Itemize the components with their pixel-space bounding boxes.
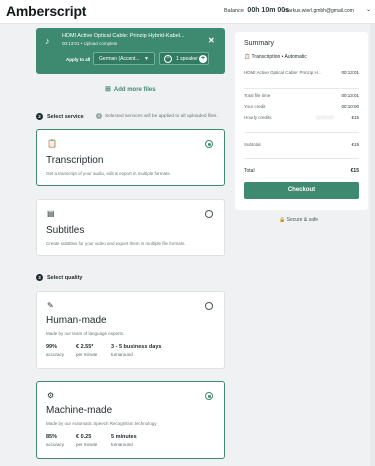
quality-card-human[interactable]: ✎ Human-made Made by our team of languag… [36,291,225,369]
service-title: Subtitles [46,225,85,236]
hourly-credits-value: €15 [351,115,359,120]
step-label: Select service [47,114,84,120]
accuracy-label: accuracy [46,352,65,357]
summary-title: Summary [244,40,274,47]
divider [244,132,359,133]
summary-file-name: HDMI Active Optical Cable: Prinzip H... [244,70,322,75]
divider [244,88,359,89]
quality-title: Human-made [46,315,107,326]
add-more-files-label: Add more files [113,87,156,93]
speaker-count: 1 speaker [176,56,198,62]
step-number: 2 [36,113,43,120]
service-hint: i Selected services will be applied to al… [96,113,218,119]
secure-safe-label: Secure & safe [286,217,319,223]
total-file-time-label: Total file time [244,93,271,98]
clipboard-icon: 📋 [244,54,251,60]
hourly-credits-mid: 00:00:00 [316,115,334,120]
summary-file-time: 00:13:01 [341,70,359,75]
file-name: HDMI Active Optical Cable: Prinzip Hybri… [62,33,185,39]
your-credit-label: Your credit [244,104,266,109]
radio-human-made[interactable] [205,302,213,310]
step-label: Select quality [47,275,83,281]
app-logo[interactable]: Amberscript [6,3,86,19]
balance-label: Balance [224,8,244,14]
divider [244,158,359,159]
info-icon: i [96,113,102,119]
summary-file-row: HDMI Active Optical Cable: Prinzip H... … [244,70,359,75]
language-select[interactable]: German (Accent... ▼ [93,52,155,65]
total-row: Total €15 [244,168,359,174]
service-description: Get a transcript of your audio, edit & e… [46,171,171,176]
top-bar: Amberscript Balance 00h 10m 00s markus.w… [0,0,375,24]
add-more-files-button[interactable]: ⊞ Add more files [105,85,156,93]
accuracy-value: 85% [46,434,58,440]
total-file-time-row: Total file time 00:13:01 [244,93,359,98]
upload-status: 00:13:01 • Upload complete [62,41,118,46]
add-file-icon: ⊞ [105,86,111,93]
total-file-time-value: 00:13:01 [341,93,359,98]
price-value: € 2.55* [76,344,94,350]
accuracy-value: 99% [46,344,58,350]
caret-down-icon: ▼ [144,56,149,62]
secure-safe-note: 🔒 Secure & safe [279,217,318,223]
total-label: Total [244,168,255,174]
turnaround-label: turnaround [111,442,133,447]
close-icon[interactable]: ✕ [208,36,215,45]
scrollbar[interactable] [370,24,375,466]
service-description: Create subtitles for your video and expo… [46,241,186,246]
service-hint-text: Selected services will be applied to all… [105,114,218,119]
price-value: € 0.25 [76,434,92,440]
chevron-down-icon[interactable]: ⌄ [366,6,371,13]
summary-service-label: Transcription • Automatic [251,54,307,60]
service-card-subtitles[interactable]: ▤ Subtitles Create subtitles for your vi… [36,199,225,256]
service-title: Transcription [46,155,104,166]
subtotal-value: €15 [351,142,359,147]
quality-description: Made by our team of language experts. [46,331,125,336]
subtitles-icon: ▤ [47,209,55,218]
turnaround-value: 5 minutes [111,434,137,440]
turnaround-value: 3 - 5 business days [111,344,162,350]
summary-service: 📋 Transcription • Automatic [244,54,307,60]
hourly-credits-row: Hourly credits 00:00:00 €15 [244,115,359,120]
pen-icon: ✎ [47,301,54,310]
summary-panel: Summary 📋 Transcription • Automatic HDMI… [235,32,368,210]
apply-to-all-label[interactable]: Apply to all [66,57,90,62]
minus-icon[interactable]: − [164,55,172,63]
radio-transcription[interactable] [205,140,213,148]
accuracy-label: accuracy [46,442,65,447]
quality-description: Made by our Automatic Speech Recognition… [46,421,157,426]
speaker-stepper: − 1 speaker + [159,52,209,65]
service-card-transcription[interactable]: 📋 Transcription Get a transcript of your… [36,129,225,186]
balance-value: 00h 10m 00s [247,7,290,14]
lock-icon: 🔒 [279,217,286,223]
quality-card-machine[interactable]: ⚙ Machine-made Made by our Automatic Spe… [36,381,225,459]
subtotal-label: Subtotal [244,142,261,147]
checkout-button[interactable]: Checkout [244,182,359,199]
uploaded-file-card: ♪ HDMI Active Optical Cable: Prinzip Hyb… [36,28,225,74]
price-label: per minute [76,352,98,357]
step-select-service: 2 Select service [36,113,84,120]
gear-icon: ⚙ [47,391,55,400]
plus-icon[interactable]: + [199,55,207,63]
music-note-icon: ♪ [45,36,50,46]
your-credit-value: 00:10:00 [341,104,359,109]
step-number: 3 [36,274,43,281]
language-select-value: German (Accent... [99,56,140,62]
hourly-credits-label: Hourly credits [244,115,272,120]
quality-title: Machine-made [46,405,113,416]
total-value: €15 [350,168,359,174]
radio-machine-made[interactable] [205,392,213,400]
your-credit-row: Your credit 00:10:00 [244,104,359,109]
turnaround-label: turnaround [111,352,133,357]
radio-subtitles[interactable] [205,210,213,218]
price-label: per minute [76,442,98,447]
step-select-quality: 3 Select quality [36,274,82,281]
balance-display: Balance 00h 10m 00s [224,7,289,14]
subtotal-row: Subtotal €15 [244,142,359,147]
clipboard-icon: 📋 [47,139,57,148]
user-menu-email[interactable]: markus.wierl.gmbh@gmail.com [284,8,354,14]
